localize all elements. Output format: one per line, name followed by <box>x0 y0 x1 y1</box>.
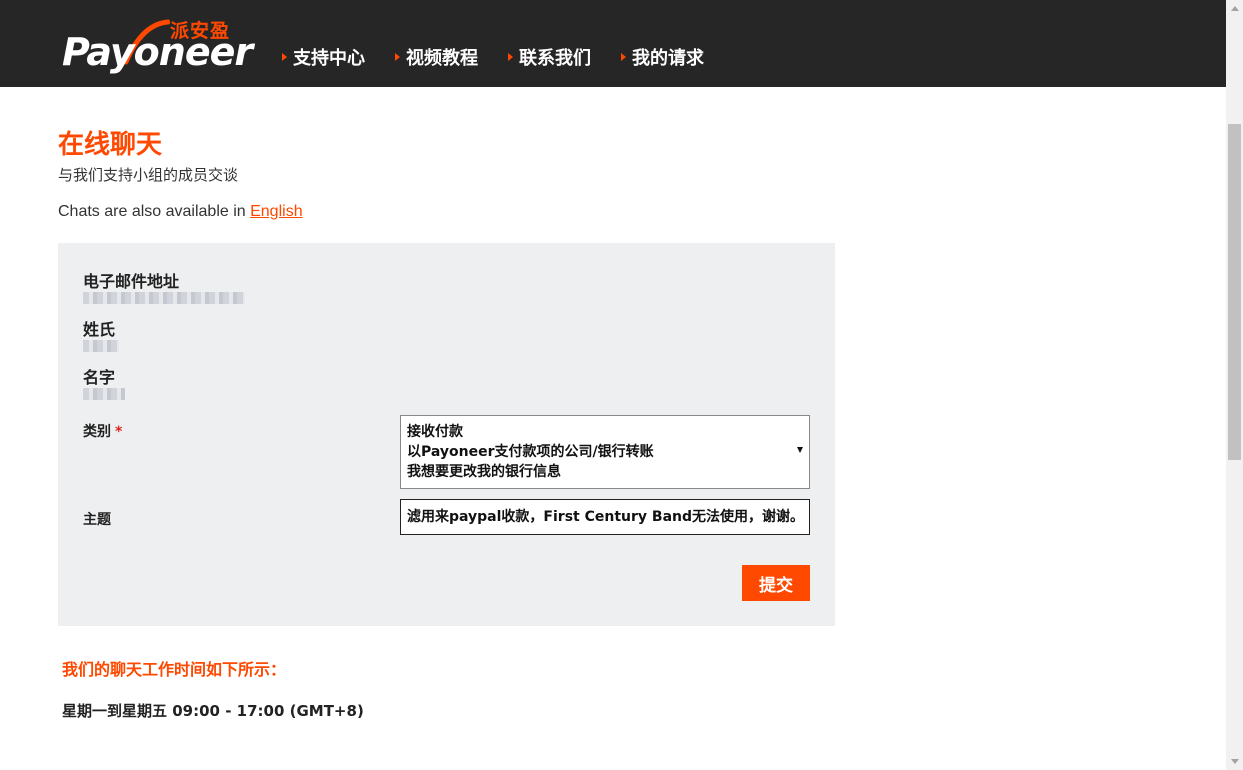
language-note-text: Chats are also available in <box>58 203 251 220</box>
scroll-down-button[interactable] <box>1226 753 1243 770</box>
scrollbar-thumb[interactable] <box>1228 124 1241 460</box>
category-option: 接收付款 <box>407 424 463 440</box>
nav-label: 我的请求 <box>632 48 704 69</box>
category-option: 以Payoneer支付款项的公司/银行转账 <box>407 444 654 460</box>
category-label: 类别 * <box>83 421 122 441</box>
chat-hours-title: 我们的聊天工作时间如下所示： <box>62 660 287 679</box>
subject-label: 主题 <box>83 512 111 528</box>
vertical-scrollbar[interactable] <box>1226 0 1243 770</box>
nav-label: 视频教程 <box>406 48 478 69</box>
logo-wordmark[interactable]: Payoneer <box>62 30 253 74</box>
english-link[interactable]: English <box>250 203 302 220</box>
lastname-value-redacted <box>83 340 119 352</box>
arrow-down-icon <box>1230 759 1239 764</box>
page-subtitle: 与我们支持小组的成员交谈 <box>58 166 239 184</box>
email-label: 电子邮件地址 <box>83 272 180 291</box>
category-label-text: 类别 <box>83 424 111 440</box>
nav-bullet-icon <box>282 53 287 61</box>
nav-support-center[interactable]: 支持中心 <box>282 44 365 70</box>
nav-label: 支持中心 <box>293 48 365 69</box>
lastname-label: 姓氏 <box>83 320 116 339</box>
chat-hours-text: 星期一到星期五 09:00 - 17:00 (GMT+8) <box>62 702 364 720</box>
language-note: Chats are also available in English <box>58 203 303 221</box>
email-value-redacted <box>83 292 245 304</box>
main-nav: 支持中心 视频教程 联系我们 我的请求 <box>282 44 734 70</box>
category-option: 我想要更改我的银行信息 <box>407 464 561 480</box>
nav-video-tutorials[interactable]: 视频教程 <box>395 44 478 70</box>
chat-form-panel: 电子邮件地址 姓氏 名字 类别 * 接收付款 以Payoneer支付款项的公司/银… <box>58 243 835 626</box>
nav-bullet-icon <box>395 53 400 61</box>
category-select[interactable]: 接收付款 以Payoneer支付款项的公司/银行转账 我想要更改我的银行信息 <box>400 415 810 489</box>
nav-my-requests[interactable]: 我的请求 <box>621 44 704 70</box>
page-title: 在线聊天 <box>58 130 163 160</box>
subject-input[interactable]: 滤用来paypal收款，First Century Band无法使用，谢谢。 <box>400 499 810 535</box>
nav-label: 联系我们 <box>519 48 591 69</box>
submit-button[interactable]: 提交 <box>742 565 810 601</box>
firstname-label: 名字 <box>83 368 116 387</box>
nav-contact-us[interactable]: 联系我们 <box>508 44 591 70</box>
firstname-value-redacted <box>83 388 125 400</box>
top-header: 派安盈 Payoneer 支持中心 视频教程 联系我们 我的请求 <box>0 0 1226 87</box>
arrow-up-icon <box>1230 6 1239 11</box>
required-mark: * <box>115 424 123 440</box>
nav-bullet-icon <box>508 53 513 61</box>
nav-bullet-icon <box>621 53 626 61</box>
scroll-up-button[interactable] <box>1226 0 1243 17</box>
dropdown-arrow-icon <box>797 447 803 453</box>
